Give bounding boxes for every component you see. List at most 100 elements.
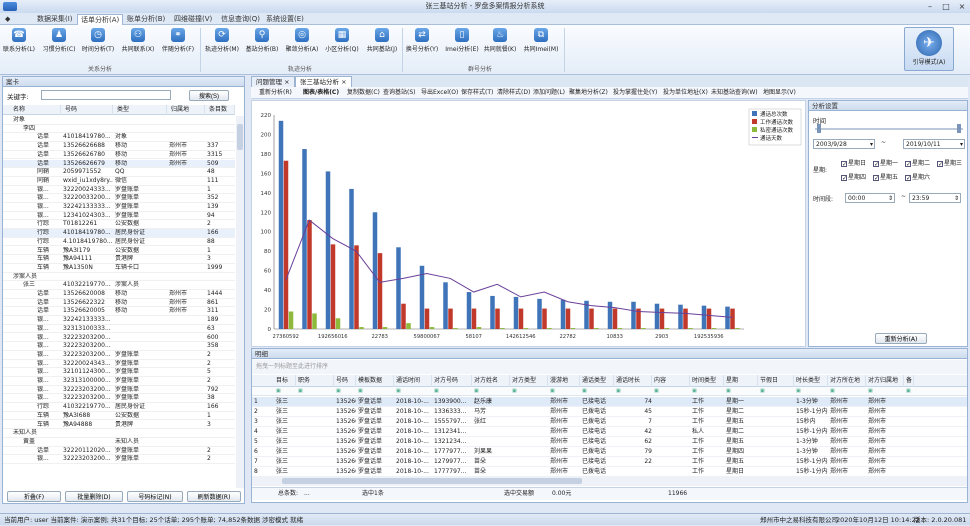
- checkbox-icon[interactable]: ✓: [841, 160, 847, 167]
- grid-hscrollbar[interactable]: [252, 477, 967, 486]
- tree-scrollbar[interactable]: [236, 116, 244, 488]
- tab-station-analysis[interactable]: 张三基站分析 ×: [295, 76, 352, 87]
- tree-row[interactable]: 银... 32220024333... 罗盘账单 1: [3, 186, 235, 195]
- bar-private[interactable]: [429, 327, 435, 329]
- table-row[interactable]: 6 张三 1352662...罗盘话单 2018-10-... 1777977... 刘果…: [252, 447, 967, 457]
- habit-analysis-button[interactable]: ♟ 习惯分析(C): [42, 27, 76, 59]
- number-change-button[interactable]: ⇄ 换号分析(Y): [404, 27, 440, 59]
- bar-private[interactable]: [476, 327, 482, 329]
- save-style-button[interactable]: 保存样式(T): [461, 87, 493, 98]
- common-dining-button[interactable]: ♨ 共同就餐(K): [482, 27, 518, 59]
- export-excel-button[interactable]: 导出Excel(O): [421, 87, 458, 98]
- tree-row[interactable]: 银... 32101124300... 罗盘账单 5: [3, 368, 235, 377]
- tree-row[interactable]: 银... 32223203200... 罗盘账单 38: [3, 394, 235, 404]
- table-row[interactable]: 8 张三 1352662...罗盘话单 2018-10-... 1777797... 苗朵…: [252, 467, 967, 477]
- common-station-button[interactable]: ⌂ 共同基站(J): [364, 27, 400, 59]
- tree-row[interactable]: 黄盖 未知人员: [3, 438, 235, 447]
- tree-row[interactable]: 车辆 豫A1350N 车辆卡口 1999: [3, 264, 235, 273]
- bar-work[interactable]: [706, 308, 712, 329]
- companion-analysis-button[interactable]: ⚭ 伴随分析(F): [160, 27, 196, 59]
- bar-private[interactable]: [641, 328, 646, 329]
- table-row[interactable]: 4 张三 1352662...罗盘话单 2018-10-... 1312341... 郑州…: [252, 427, 967, 437]
- tree-row[interactable]: 话单 32220112020... 罗盘账单 2: [3, 447, 235, 456]
- bar-total[interactable]: [278, 120, 284, 329]
- tree-row[interactable]: 银... 32223203200... 罗盘账单 2: [3, 351, 235, 360]
- tree-row[interactable]: 银... 32313100000... 罗盘账单 2: [3, 377, 235, 386]
- bar-work[interactable]: [307, 220, 312, 329]
- tree-row[interactable]: 同鞘 2059971552 QQ 48: [3, 168, 235, 177]
- add-issue-button[interactable]: 添加问题(L): [533, 87, 565, 98]
- bar-private[interactable]: [312, 313, 317, 329]
- filter-icon[interactable]: ▣: [512, 388, 517, 394]
- bar-work[interactable]: [565, 308, 571, 329]
- bar-work[interactable]: [683, 308, 688, 329]
- tree-row[interactable]: 涉案人员: [3, 273, 235, 282]
- filter-icon[interactable]: ▣: [358, 388, 363, 394]
- imei-analysis-button[interactable]: ▯ Imei分析(E): [444, 27, 480, 59]
- grid-column-header[interactable]: 时长类型: [794, 375, 828, 387]
- query-station-button[interactable]: 查询基站(S): [383, 87, 416, 98]
- tree-row[interactable]: 车辆 豫A94111 贵港牌 3: [3, 255, 235, 264]
- bar-private[interactable]: [335, 318, 341, 329]
- batch-delete-button[interactable]: 批量删除(D): [65, 491, 123, 502]
- bar-work[interactable]: [471, 308, 477, 329]
- bar-total[interactable]: [701, 305, 707, 329]
- tree-row[interactable]: 行踪 41032219770... 居民身份证 166: [3, 403, 235, 412]
- bar-work[interactable]: [377, 253, 383, 329]
- grid-column-header[interactable]: 职务: [296, 375, 334, 387]
- track-analysis-button[interactable]: ⟳ 轨迹分析(M): [204, 27, 240, 59]
- clear-style-button[interactable]: 清除样式(D): [497, 87, 530, 98]
- slider-handle-right[interactable]: [957, 124, 961, 133]
- tree-row[interactable]: 银... 32223203200... 600: [3, 334, 235, 343]
- bar-total[interactable]: [443, 282, 448, 329]
- table-row[interactable]: 1 张三 1352662...罗盘话单 2018-10-... 1393900... 赵乐…: [252, 397, 967, 407]
- menu-call-analysis[interactable]: 话单分析(A): [77, 14, 124, 25]
- tree-row[interactable]: 话单 13526620005 移动 郑州市 311: [3, 307, 235, 317]
- weekday-fri[interactable]: ✓星期五: [873, 172, 898, 181]
- time-to-field[interactable]: 23:59 ⇕: [909, 193, 961, 203]
- menu-bill-analysis[interactable]: 账单分析(B): [124, 14, 168, 25]
- bar-work[interactable]: [401, 303, 406, 329]
- tree-row[interactable]: 行踪 41018419780... 居民身份证 166: [3, 229, 235, 238]
- chart-table-toggle[interactable]: 图表/表格(C): [303, 87, 339, 98]
- bar-private[interactable]: [570, 328, 576, 329]
- tree-row[interactable]: 银... 32220033200... 罗盘账单 352: [3, 194, 235, 203]
- bar-work[interactable]: [659, 308, 665, 329]
- grid-column-header[interactable]: 时间类型: [690, 375, 724, 387]
- gather-analysis-button[interactable]: ◎ 聚敛分析(A): [284, 27, 320, 59]
- filter-icon[interactable]: ▣: [474, 388, 479, 394]
- spin-icon[interactable]: ⇕: [954, 194, 959, 203]
- close-icon[interactable]: ×: [341, 78, 346, 86]
- grid-column-header[interactable]: 通话时长: [614, 375, 652, 387]
- menu-info-query[interactable]: 信息查询(Q): [218, 14, 263, 25]
- chevron-down-icon[interactable]: ▾: [960, 140, 963, 149]
- bar-private[interactable]: [382, 327, 388, 329]
- col-count[interactable]: 条目数: [207, 105, 235, 115]
- tree-row[interactable]: 未知人员: [3, 429, 235, 438]
- table-row[interactable]: 7 张三 1352662...罗盘话单 2018-10-... 1279977... 苗朵…: [252, 457, 967, 467]
- filter-icon[interactable]: ▣: [616, 388, 621, 394]
- chevron-down-icon[interactable]: ▾: [870, 140, 873, 149]
- reanalyze-settings-button[interactable]: 重新分析(A): [875, 333, 927, 344]
- collapse-button[interactable]: 折叠(F): [7, 491, 61, 502]
- time-analysis-button[interactable]: ◷ 时间分析(T): [80, 27, 116, 59]
- grid-column-header[interactable]: 号码: [334, 375, 356, 387]
- filter-icon[interactable]: ▣: [582, 388, 587, 394]
- bar-total[interactable]: [678, 304, 683, 329]
- grid-filter-row[interactable]: ▣ ▣ ▣ ▣ ▣ ▣ ▣ ▣ ▣ ▣ ▣ ▣ ▣ ▣ ▣ ▣ ▣ ▣ ▣: [252, 387, 967, 396]
- filter-icon[interactable]: ▣: [396, 388, 401, 394]
- maximize-icon[interactable]: □: [938, 0, 954, 13]
- weekday-wed[interactable]: ✓星期三: [937, 158, 962, 167]
- bar-work[interactable]: [730, 308, 735, 329]
- filter-icon[interactable]: ▣: [692, 388, 697, 394]
- bar-private[interactable]: [594, 328, 599, 329]
- close-icon[interactable]: ×: [954, 0, 970, 13]
- bar-work[interactable]: [518, 308, 524, 329]
- bar-total[interactable]: [372, 212, 378, 329]
- checkbox-icon[interactable]: ✓: [873, 174, 879, 181]
- set-home-button[interactable]: 投为掌握住处(Y): [613, 87, 657, 98]
- menu-system-settings[interactable]: 系统设置(E): [263, 14, 307, 25]
- col-number[interactable]: 号码: [63, 105, 113, 115]
- copy-data-button[interactable]: 复制数据(C): [347, 87, 380, 98]
- filter-icon[interactable]: ▣: [434, 388, 439, 394]
